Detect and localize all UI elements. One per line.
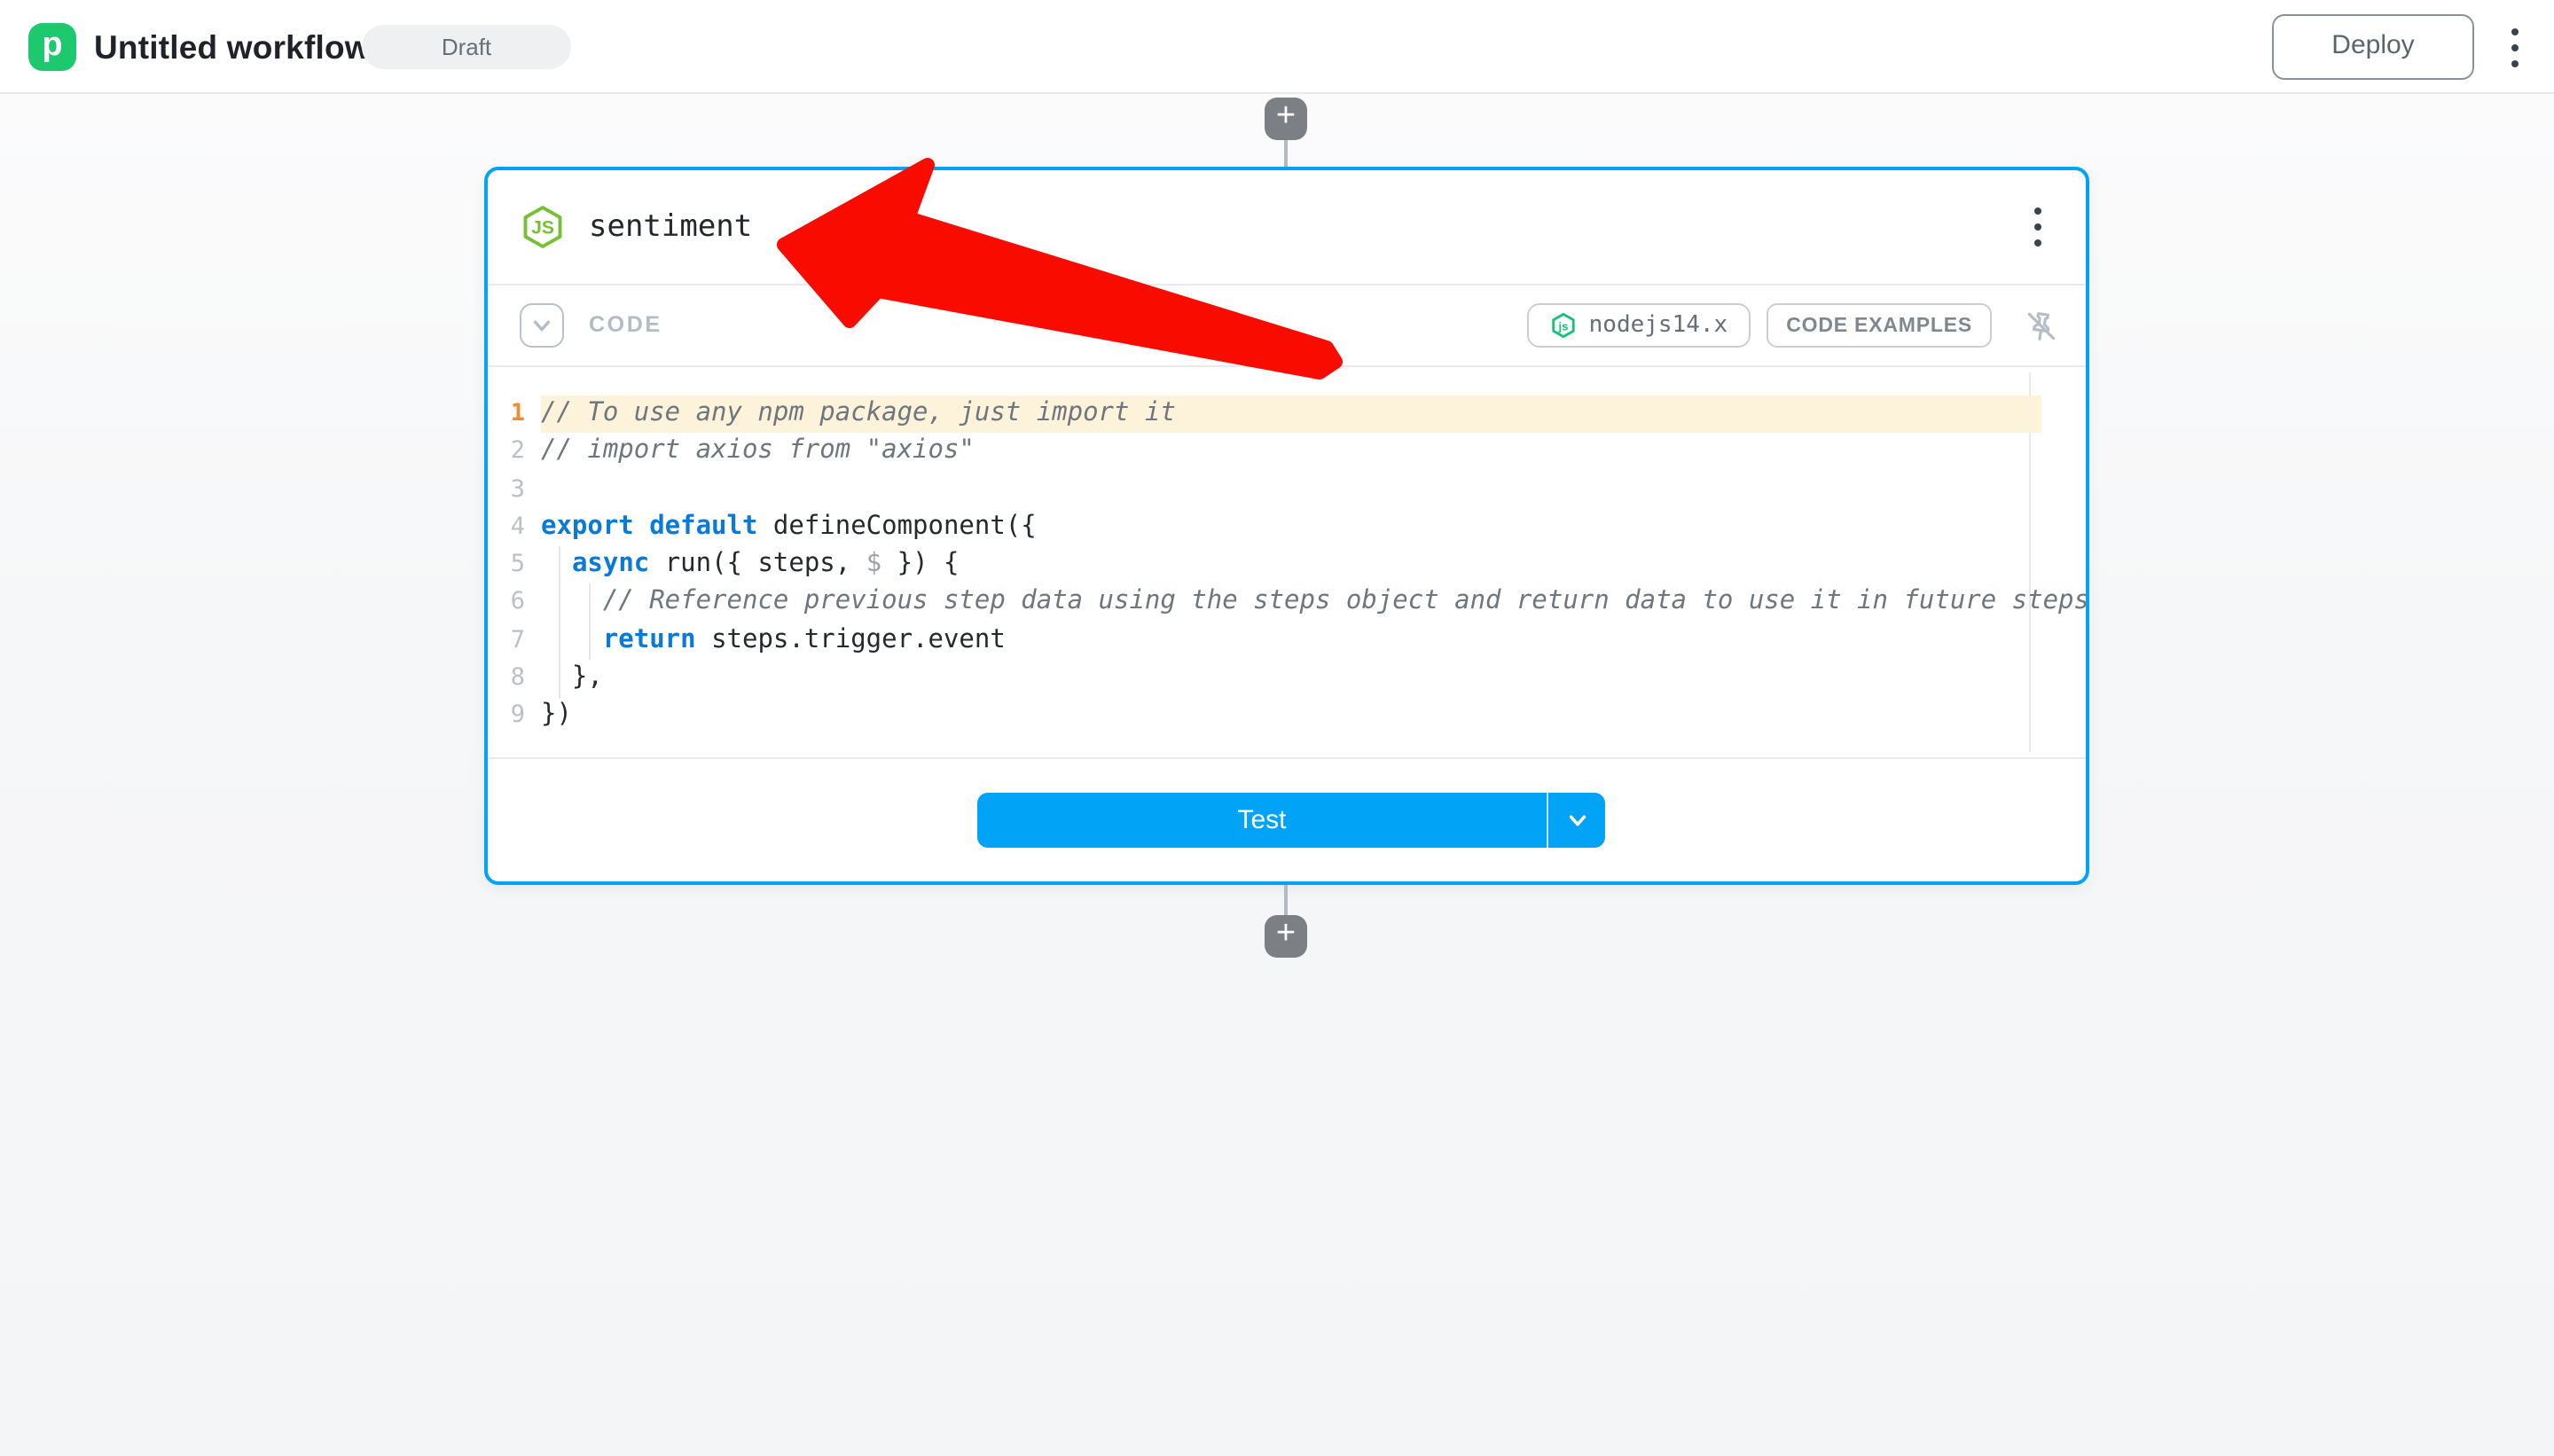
step-connector-top xyxy=(1284,137,1288,168)
app-header: p Untitled workflow Draft Deploy xyxy=(0,0,2554,94)
nodejs-icon-small: js xyxy=(1550,312,1577,339)
line-number: 7 xyxy=(488,622,541,661)
line-number: 2 xyxy=(488,434,541,472)
plus-icon: + xyxy=(1276,98,1296,135)
code-line[interactable]: 5 async run({ steps, $ }) { xyxy=(488,546,2086,584)
svg-text:js: js xyxy=(1557,320,1568,333)
pipedream-logo-icon[interactable]: p xyxy=(28,23,76,71)
deploy-button[interactable]: Deploy xyxy=(2272,14,2474,80)
line-number: 1 xyxy=(488,395,541,434)
line-content: }, xyxy=(541,660,2041,698)
pin-off-icon[interactable] xyxy=(2022,306,2061,345)
step-footer: Test xyxy=(488,759,2086,881)
nodejs-icon: JS xyxy=(520,204,566,250)
chevron-down-icon xyxy=(530,314,553,337)
code-line[interactable]: 6 // Reference previous step data using … xyxy=(488,584,2086,622)
code-line[interactable]: 8 }, xyxy=(488,660,2086,698)
plus-icon: + xyxy=(1276,915,1296,952)
add-step-button-bottom[interactable]: + xyxy=(1265,915,1307,958)
line-number: 8 xyxy=(488,660,541,698)
line-content: export default defineComponent({ xyxy=(541,509,2041,547)
line-content: async run({ steps, $ }) { xyxy=(541,546,2041,584)
step-menu-button[interactable] xyxy=(2025,207,2050,247)
chevron-down-icon xyxy=(1565,809,1588,832)
workflow-canvas: + JS sentiment CODE xyxy=(0,94,2554,1456)
code-lines: 1// To use any npm package, just import … xyxy=(488,395,2086,735)
section-label: CODE xyxy=(589,286,662,365)
collapse-section-button[interactable] xyxy=(520,303,564,348)
line-number: 9 xyxy=(488,698,541,736)
line-content: return steps.trigger.event xyxy=(541,622,2041,661)
code-line[interactable]: 4export default defineComponent({ xyxy=(488,509,2086,547)
code-line[interactable]: 2// import axios from "axios" xyxy=(488,434,2086,472)
line-content: }) xyxy=(541,698,2041,736)
line-content: // Reference previous step data using th… xyxy=(541,584,2041,622)
line-number: 5 xyxy=(488,546,541,584)
code-step-card[interactable]: JS sentiment CODE js xyxy=(484,167,2089,885)
line-content: // To use any npm package, just import i… xyxy=(541,395,2041,434)
runtime-label: nodejs14.x xyxy=(1589,312,1728,339)
step-toolbar: CODE js nodejs14.x CODE EXAMPLES xyxy=(488,286,2086,365)
test-split-button: Test xyxy=(977,793,1605,848)
code-line[interactable]: 3 xyxy=(488,471,2086,509)
status-badge: Draft xyxy=(362,25,571,69)
step-connector-bottom xyxy=(1284,885,1288,917)
step-name[interactable]: sentiment xyxy=(589,170,752,284)
code-line[interactable]: 9}) xyxy=(488,698,2086,736)
test-options-button[interactable] xyxy=(1547,793,1605,848)
code-editor[interactable]: 1// To use any npm package, just import … xyxy=(488,367,2086,757)
line-content: // import axios from "axios" xyxy=(541,434,2041,472)
runtime-selector[interactable]: js nodejs14.x xyxy=(1527,303,1751,348)
header-menu-button[interactable] xyxy=(2503,28,2527,67)
code-examples-button[interactable]: CODE EXAMPLES xyxy=(1767,303,1992,348)
workflow-title[interactable]: Untitled workflow xyxy=(94,0,371,94)
line-number: 3 xyxy=(488,471,541,509)
code-line[interactable]: 1// To use any npm package, just import … xyxy=(488,395,2086,434)
test-button[interactable]: Test xyxy=(977,793,1547,848)
line-content xyxy=(541,471,2041,509)
app-root: p Untitled workflow Draft Deploy + JS se… xyxy=(0,0,2554,1456)
line-number: 6 xyxy=(488,584,541,622)
code-line[interactable]: 7 return steps.trigger.event xyxy=(488,622,2086,661)
add-step-button-top[interactable]: + xyxy=(1265,98,1307,140)
line-number: 4 xyxy=(488,509,541,547)
svg-text:JS: JS xyxy=(531,217,554,238)
step-header: JS sentiment xyxy=(488,170,2086,284)
